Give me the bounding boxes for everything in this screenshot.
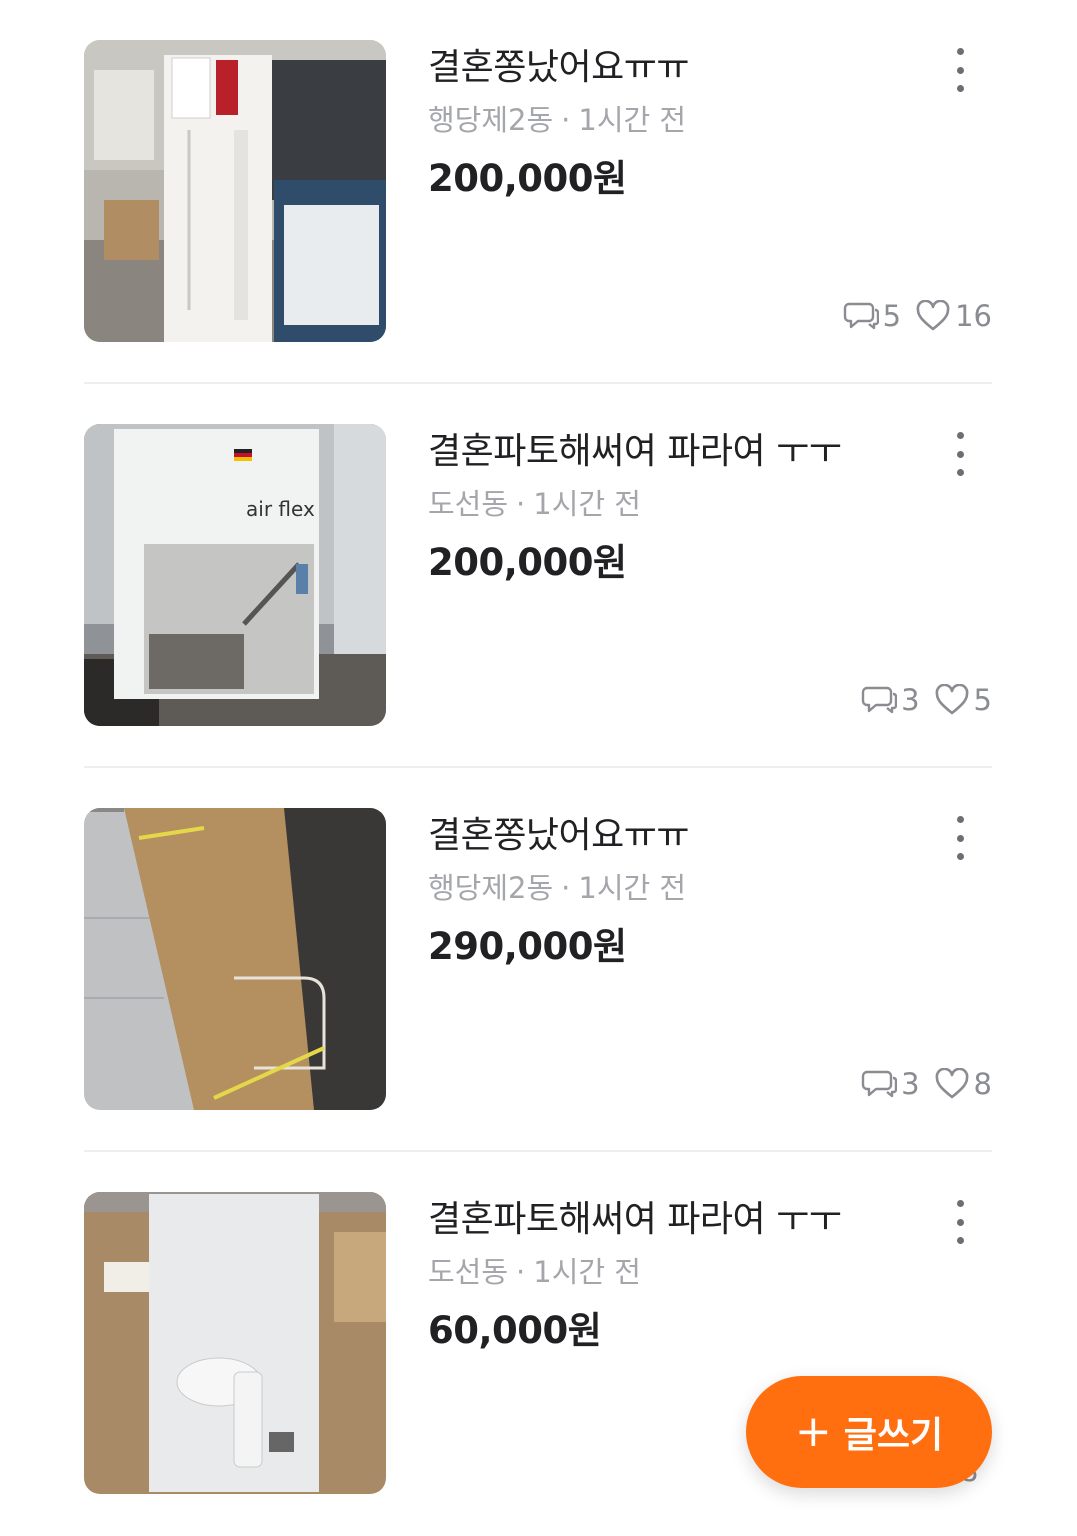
listing-price: 60,000원 <box>428 1309 602 1352</box>
listing-title[interactable]: 결혼파토해써여 파라여 ㅜㅜ <box>428 1194 932 1246</box>
list-item[interactable]: 결혼쫑났어요ㅠㅠ 행당제2동 · 1시간 전 200,000원 5 16 <box>84 0 992 384</box>
product-thumbnail[interactable] <box>84 1192 386 1494</box>
plus-icon: + <box>794 1406 832 1457</box>
write-post-button[interactable]: + 글쓰기 <box>746 1376 992 1488</box>
listing-info: 결혼쫑났어요ㅠㅠ 행당제2동 · 1시간 전 200,000원 <box>428 42 932 206</box>
list-item[interactable]: air flex 결혼파토해써여 파라여 ㅜㅜ 도선동 · 1시간 전 200,00… <box>84 384 992 768</box>
write-post-label: 글쓰기 <box>843 1415 944 1456</box>
chat-icon <box>861 686 898 714</box>
comment-count: 3 <box>861 1064 920 1104</box>
listing-time: 1시간 전 <box>533 487 641 521</box>
more-options-button[interactable] <box>940 432 980 476</box>
comment-count-value: 3 <box>901 1067 920 1101</box>
more-options-button[interactable] <box>940 48 980 92</box>
product-thumbnail[interactable] <box>84 808 386 1110</box>
comment-count: 3 <box>861 680 920 720</box>
meta-separator: · <box>516 1255 526 1289</box>
listing-title[interactable]: 결혼쫑났어요ㅠㅠ <box>428 810 932 862</box>
meta-separator: · <box>516 487 526 521</box>
listing-title[interactable]: 결혼쫑났어요ㅠㅠ <box>428 42 932 94</box>
list-item[interactable]: 결혼쫑났어요ㅠㅠ 행당제2동 · 1시간 전 290,000원 3 8 <box>84 768 992 1152</box>
listing-location: 행당제2동 <box>428 103 554 137</box>
heart-icon <box>935 1068 968 1099</box>
listing-stats: 3 5 <box>861 680 992 720</box>
like-count: 5 <box>934 680 992 720</box>
listing-price: 290,000원 <box>428 925 627 968</box>
comment-count-value: 5 <box>882 299 902 333</box>
like-count: 16 <box>915 296 992 336</box>
product-thumbnail[interactable]: air flex <box>84 424 386 726</box>
listing-stats: 5 16 <box>843 296 992 336</box>
listing-meta: 행당제2동 · 1시간 전 <box>428 98 932 142</box>
listing-list: 결혼쫑났어요ㅠㅠ 행당제2동 · 1시간 전 200,000원 5 16 air… <box>84 0 992 1536</box>
listing-price: 200,000원 <box>428 541 627 584</box>
listing-info: 결혼쫑났어요ㅠㅠ 행당제2동 · 1시간 전 290,000원 <box>428 810 932 974</box>
like-count-value: 16 <box>955 299 992 333</box>
heart-icon <box>916 300 950 331</box>
listing-location: 행당제2동 <box>428 871 554 905</box>
like-count-value: 8 <box>973 1067 992 1101</box>
listing-stats: 3 8 <box>861 1064 992 1104</box>
comment-count-value: 3 <box>901 683 920 717</box>
listing-meta: 도선동 · 1시간 전 <box>428 1250 932 1294</box>
chat-icon <box>843 302 879 330</box>
listing-info: 결혼파토해써여 파라여 ㅜㅜ 도선동 · 1시간 전 60,000원 <box>428 1194 932 1358</box>
more-options-button[interactable] <box>940 816 980 860</box>
heart-icon <box>935 684 968 715</box>
listing-time: 1시간 전 <box>578 103 687 137</box>
listing-title[interactable]: 결혼파토해써여 파라여 ㅜㅜ <box>428 426 932 478</box>
svg-text:air flex: air flex <box>246 497 315 521</box>
listing-time: 1시간 전 <box>578 871 687 905</box>
listing-time: 1시간 전 <box>533 1255 641 1289</box>
listing-location: 도선동 <box>428 1255 509 1289</box>
chat-icon <box>861 1070 898 1098</box>
listing-meta: 도선동 · 1시간 전 <box>428 482 932 526</box>
listing-info: 결혼파토해써여 파라여 ㅜㅜ 도선동 · 1시간 전 200,000원 <box>428 426 932 590</box>
like-count: 8 <box>934 1064 992 1104</box>
meta-separator: · <box>561 871 571 905</box>
listing-price: 200,000원 <box>428 157 627 200</box>
comment-count: 5 <box>843 296 901 336</box>
product-thumbnail[interactable] <box>84 40 386 342</box>
listing-location: 도선동 <box>428 487 509 521</box>
listing-meta: 행당제2동 · 1시간 전 <box>428 866 932 910</box>
more-options-button[interactable] <box>940 1200 980 1244</box>
like-count-value: 5 <box>973 683 992 717</box>
meta-separator: · <box>561 103 571 137</box>
